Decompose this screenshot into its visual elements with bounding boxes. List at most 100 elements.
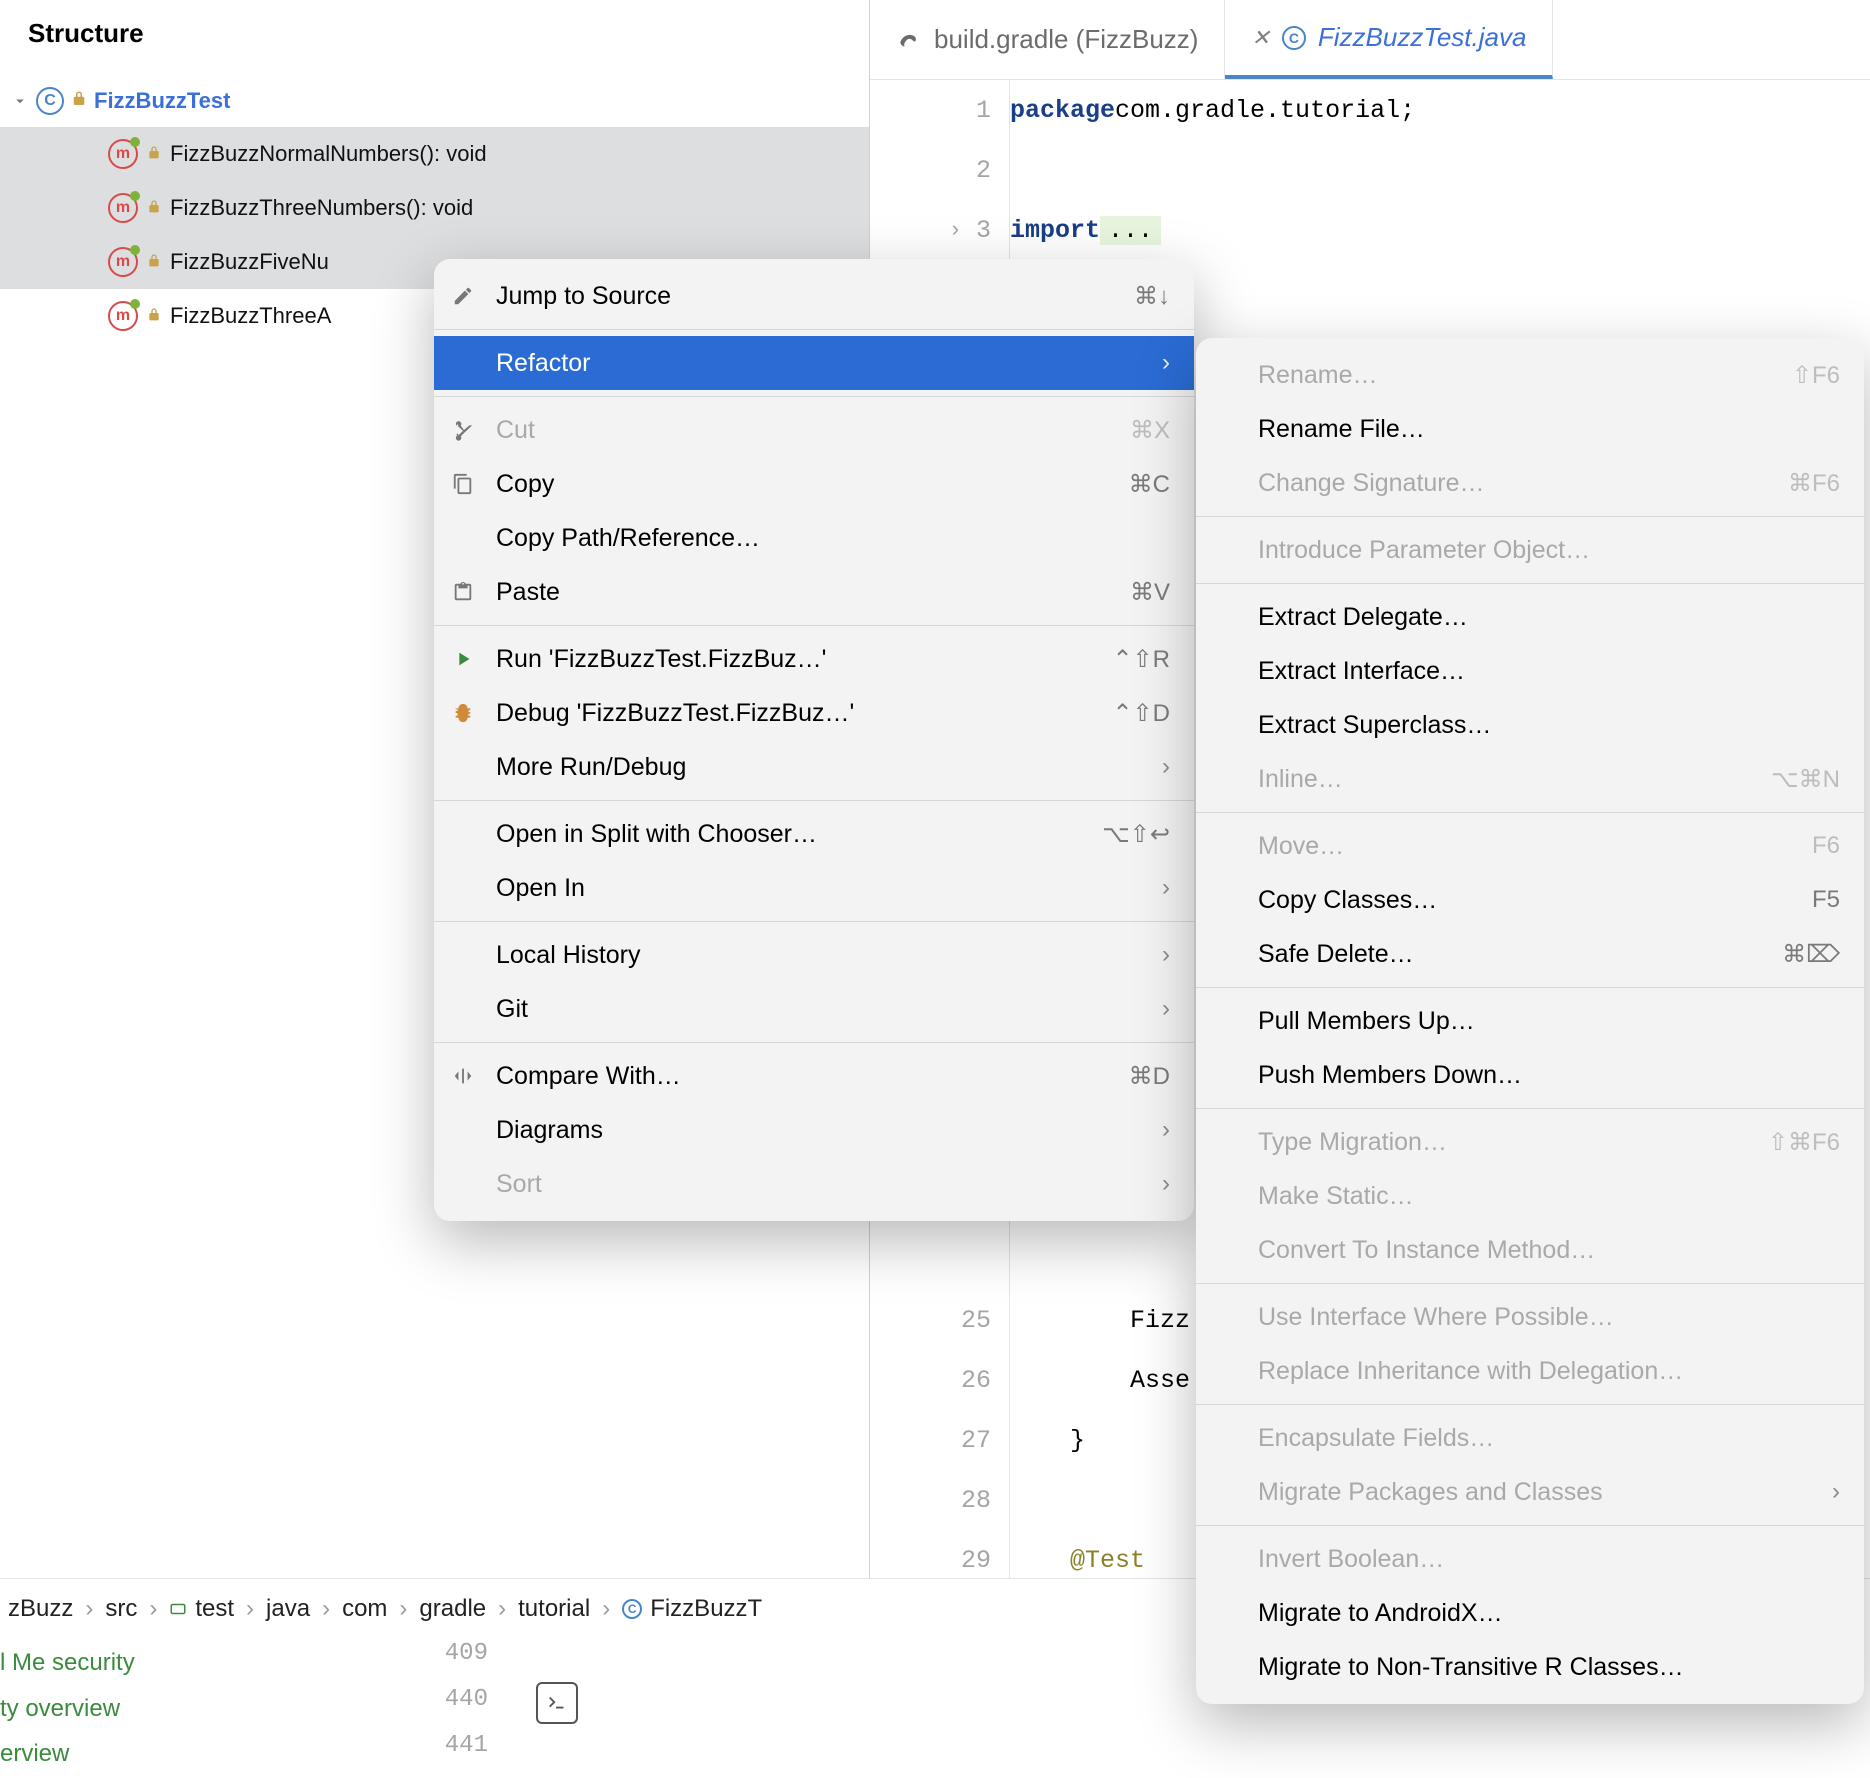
menu-item-label: Use Interface Where Possible… <box>1258 1303 1614 1332</box>
menu1-item[interactable]: Compare With…⌘D <box>434 1049 1194 1103</box>
crumb[interactable]: gradle <box>419 1595 486 1623</box>
menu2-item[interactable]: Safe Delete… ⌘⌦ <box>1196 927 1864 981</box>
menu2-item[interactable]: Replace Inheritance with Delegation… <box>1196 1344 1864 1398</box>
terminal-icon[interactable] <box>536 1682 578 1724</box>
class-icon: C <box>1282 26 1306 50</box>
menu-separator <box>1196 987 1864 988</box>
line-number: 29 <box>961 1546 991 1575</box>
menu1-item[interactable]: Git› <box>434 982 1194 1036</box>
menu2-item[interactable]: Use Interface Where Possible… <box>1196 1290 1864 1344</box>
menu1-item[interactable]: Refactor› <box>434 336 1194 390</box>
menu-separator <box>434 329 1194 330</box>
menu2-item[interactable]: Rename…⇧F6 <box>1196 348 1864 402</box>
editor-tabs: build.gradle (FizzBuzz) ✕ C FizzBuzzTest… <box>870 0 1870 80</box>
menu2-item[interactable]: Move…F6 <box>1196 819 1864 873</box>
menu1-item[interactable]: Sort› <box>434 1157 1194 1211</box>
chevron-right-icon: › <box>246 1595 254 1623</box>
menu2-item[interactable]: Migrate to Non-Transitive R Classes… <box>1196 1640 1864 1694</box>
menu-item-label: Migrate to AndroidX… <box>1258 1599 1503 1628</box>
crumb-label: tutorial <box>518 1595 590 1623</box>
menu-item-label: Rename File… <box>1258 415 1425 444</box>
menu-item-label: Type Migration… <box>1258 1128 1447 1157</box>
menu1-item[interactable]: Paste⌘V <box>434 565 1194 619</box>
menu-separator <box>1196 1404 1864 1405</box>
crumb[interactable]: java <box>266 1595 310 1623</box>
menu1-item[interactable]: Diagrams› <box>434 1103 1194 1157</box>
menu-item-label: Introduce Parameter Object… <box>1258 536 1590 565</box>
menu-item-label: Change Signature… <box>1258 469 1485 498</box>
menu2-item[interactable]: Inline…⌥⌘N <box>1196 752 1864 806</box>
fold-icon[interactable]: › <box>949 218 962 243</box>
method-node[interactable]: m FizzBuzzNormalNumbers(): void <box>0 127 869 181</box>
menu-item-label: Safe Delete… <box>1258 940 1414 969</box>
menu2-item[interactable]: Convert To Instance Method… <box>1196 1223 1864 1277</box>
line-number: 27 <box>961 1426 991 1455</box>
method-node[interactable]: m FizzBuzzThreeNumbers(): void <box>0 181 869 235</box>
menu2-item[interactable]: Make Static… <box>1196 1169 1864 1223</box>
menu1-item[interactable]: Debug 'FizzBuzzTest.FizzBuz…'⌃⇧D <box>434 686 1194 740</box>
line-number: 1 <box>976 96 991 125</box>
menu-shortcut: ⇧F6 <box>1792 361 1840 390</box>
code-line: import ... <box>1010 200 1870 260</box>
menu2-item[interactable]: Rename File… <box>1196 402 1864 456</box>
menu-item-label: Push Members Down… <box>1258 1061 1522 1090</box>
menu1-item[interactable]: Cut⌘X <box>434 403 1194 457</box>
menu2-item[interactable]: Type Migration…⇧⌘F6 <box>1196 1115 1864 1169</box>
keyword: package <box>1010 96 1115 125</box>
chevron-down-icon[interactable] <box>10 92 30 110</box>
menu-separator <box>1196 1108 1864 1109</box>
close-icon[interactable]: ✕ <box>1251 25 1269 51</box>
crumb-label: zBuzz <box>8 1595 73 1623</box>
lock-icon <box>70 88 88 114</box>
menu2-item[interactable]: Invert Boolean… <box>1196 1532 1864 1586</box>
menu2-item[interactable]: Extract Interface… <box>1196 644 1864 698</box>
debug-icon <box>452 702 482 724</box>
menu1-item[interactable]: Jump to Source⌘↓ <box>434 269 1194 323</box>
bg-line: ty overview <box>0 1686 135 1732</box>
menu2-item[interactable]: Encapsulate Fields… <box>1196 1411 1864 1465</box>
menu1-item[interactable]: More Run/Debug› <box>434 740 1194 794</box>
crumb[interactable]: com <box>342 1595 387 1623</box>
line-number: 28 <box>961 1486 991 1515</box>
menu-item-label: Copy <box>496 470 554 499</box>
menu2-item[interactable]: Introduce Parameter Object… <box>1196 523 1864 577</box>
menu-shortcut: ⌘D <box>1129 1062 1170 1091</box>
crumb-label: test <box>195 1595 234 1623</box>
menu-item-label: Git <box>496 995 528 1024</box>
chevron-right-icon: › <box>85 1595 93 1623</box>
menu2-item[interactable]: Migrate to AndroidX… <box>1196 1586 1864 1640</box>
bg-line: l Me security <box>0 1640 135 1686</box>
menu1-item[interactable]: Open In› <box>434 861 1194 915</box>
crumb[interactable]: zBuzz <box>8 1595 73 1623</box>
tab-build-gradle[interactable]: build.gradle (FizzBuzz) <box>870 0 1225 79</box>
line-number: 26 <box>961 1366 991 1395</box>
menu1-item[interactable]: Copy⌘C <box>434 457 1194 511</box>
menu2-item[interactable]: Change Signature…⌘F6 <box>1196 456 1864 510</box>
menu1-item[interactable]: Local History› <box>434 928 1194 982</box>
class-node[interactable]: C FizzBuzzTest <box>0 75 869 127</box>
menu2-item[interactable]: Pull Members Up… <box>1196 994 1864 1048</box>
menu1-item[interactable]: Open in Split with Chooser…⌥⇧↩ <box>434 807 1194 861</box>
crumb[interactable]: tutorial <box>518 1595 590 1623</box>
method-name: FizzBuzzNormalNumbers(): void <box>170 141 487 167</box>
menu1-item[interactable]: Run 'FizzBuzzTest.FizzBuz…'⌃⇧R <box>434 632 1194 686</box>
menu2-item[interactable]: Copy Classes…F5 <box>1196 873 1864 927</box>
menu2-item[interactable]: Extract Superclass… <box>1196 698 1864 752</box>
crumb[interactable]: C FizzBuzzT <box>622 1595 762 1623</box>
run-icon <box>452 648 482 670</box>
tab-fizzbuzztest[interactable]: ✕ C FizzBuzzTest.java <box>1225 0 1553 79</box>
code-text: Asse <box>1010 1366 1190 1395</box>
folded-indicator[interactable]: ... <box>1100 216 1161 245</box>
crumb[interactable]: test <box>169 1595 234 1623</box>
method-name: FizzBuzzThreeA <box>170 303 331 329</box>
menu2-item[interactable]: Migrate Packages and Classes› <box>1196 1465 1864 1519</box>
menu2-item[interactable]: Extract Delegate… <box>1196 590 1864 644</box>
menu-shortcut: ⌥⌘N <box>1771 765 1840 794</box>
menu-item-label: Open in Split with Chooser… <box>496 820 817 849</box>
crumb[interactable]: src <box>105 1595 137 1623</box>
menu2-item[interactable]: Push Members Down… <box>1196 1048 1864 1102</box>
menu1-item[interactable]: Copy Path/Reference… <box>434 511 1194 565</box>
menu-shortcut: ⌘⌦ <box>1782 940 1840 969</box>
structure-title: Structure <box>0 0 869 69</box>
menu-item-label: Replace Inheritance with Delegation… <box>1258 1357 1683 1386</box>
